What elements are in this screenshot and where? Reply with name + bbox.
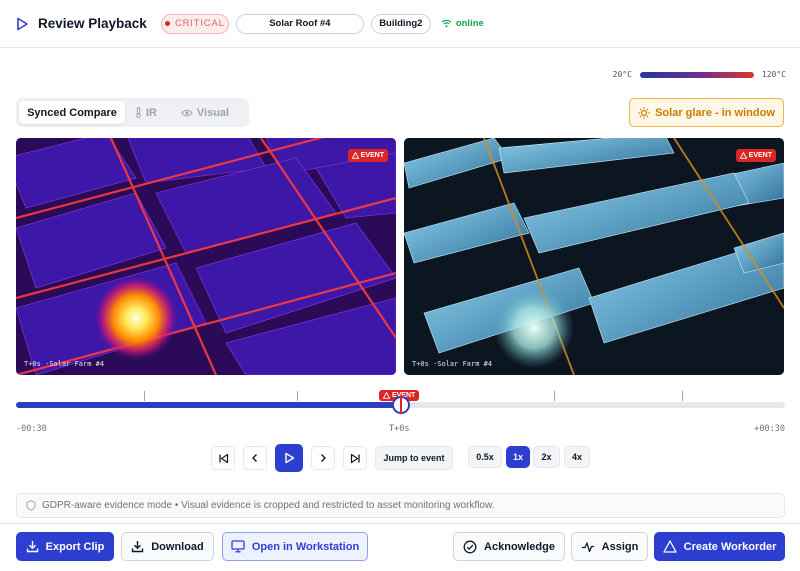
shield-icon [26,500,36,511]
activity-icon [581,541,594,552]
play-button[interactable] [275,444,303,472]
step-back-button[interactable] [243,446,267,470]
timeline-current-label: T+0s [389,424,410,434]
tab-visual[interactable]: Visual [167,101,243,124]
timeline-tick [297,391,298,401]
timeline-tick [554,391,555,401]
ir-thermal-image [16,138,396,375]
tab-ir-label: IR [146,106,157,119]
ir-caption: T+0s ·Solar Farm #4 [24,360,105,368]
export-clip-label: Export Clip [45,540,105,553]
legend-min: 20°C [612,70,632,79]
tab-synced-compare[interactable]: Synced Compare [19,101,125,124]
visual-camera-image [404,138,784,375]
speed-2x-button[interactable]: 2x [533,446,560,468]
tab-ir[interactable]: IR [125,101,167,124]
play-outline-icon [17,17,28,30]
assign-label: Assign [601,540,639,553]
assign-button[interactable]: Assign [571,532,648,561]
connection-status: online [441,18,484,29]
skip-to-start-button[interactable] [211,446,235,470]
chevron-right-icon [321,454,326,462]
acknowledge-label: Acknowledge [484,540,555,553]
top-bar: Review Playback CRITICAL Solar Roof #4 B… [0,0,800,48]
privacy-notice: GDPR-aware evidence mode • Visual eviden… [16,493,785,518]
check-circle-icon [463,540,477,553]
acknowledge-button[interactable]: Acknowledge [453,532,565,561]
alert-label: Solar glare - in window [655,106,775,119]
eye-icon [181,109,193,116]
timeline-end-label: +00:30 [754,424,785,434]
ir-video-feed[interactable]: EVENT T+0s ·Solar Farm #4 [16,138,396,375]
open-in-workstation-button[interactable]: Open in Workstation [222,532,368,561]
severity-badge: CRITICAL [160,13,229,34]
create-workorder-label: Create Workorder [683,540,777,553]
sun-icon [638,106,651,119]
speed-4x-button[interactable]: 4x [564,446,590,468]
timeline-scrubber-handle[interactable] [391,396,410,414]
timeline-start-label: -00:30 [16,424,47,434]
privacy-notice-text: GDPR-aware evidence mode • Visual eviden… [42,500,495,511]
tab-visual-label: Visual [196,106,230,119]
download-button[interactable]: Download [121,532,214,561]
warning-icon [739,152,747,159]
jump-to-event-button[interactable]: Jump to event [375,446,453,470]
legend-gradient [639,71,754,78]
warning-triangle-icon [662,540,677,553]
visual-event-label: EVENT [748,152,772,159]
monitor-icon [231,540,245,553]
step-forward-button[interactable] [311,446,335,470]
timeline-tick [144,391,145,401]
connection-label: online [455,18,484,29]
thermometer-icon [136,107,141,118]
solar-glare-alert[interactable]: Solar glare - in window [629,98,784,127]
speed-0.5x-button[interactable]: 0.5x [468,446,502,468]
visual-video-feed[interactable]: EVENT T+0s ·Solar Farm #4 [404,138,784,375]
asset-chip[interactable]: Solar Roof #4 [235,13,364,34]
building-chip[interactable]: Building2 [370,13,431,34]
warning-icon [351,152,359,159]
download-label: Download [151,540,204,553]
warning-icon [383,392,390,399]
download-icon [132,541,144,553]
wifi-icon [441,19,452,28]
download-icon [26,541,38,553]
speed-1x-button[interactable]: 1x [506,446,530,468]
timeline-progress [16,402,401,408]
ir-event-tag: EVENT [347,149,388,162]
skip-back-icon [218,453,228,463]
playback-controls: Jump to event 0.5x 1x 2x 4x [0,444,800,472]
status-dot-icon [164,21,170,26]
play-icon [285,452,295,464]
timeline-tick [682,391,683,401]
view-mode-toggle: Synced Compare IR Visual [16,98,249,127]
create-workorder-button[interactable]: Create Workorder [654,532,785,561]
legend-max: 120°C [761,70,786,79]
visual-caption: T+0s ·Solar Farm #4 [412,360,493,368]
temperature-legend: 20°C 120°C [613,70,786,79]
page-title: Review Playback [38,16,147,31]
visual-event-tag: EVENT [735,149,776,162]
action-bar: Export Clip Download Open in Workstation… [0,523,800,571]
severity-label: CRITICAL [174,18,225,29]
chevron-left-icon [252,454,257,462]
skip-to-end-button[interactable] [343,446,367,470]
playback-timeline[interactable]: EVENT -00:30 T+0s +00:30 [16,385,785,434]
export-clip-button[interactable]: Export Clip [16,532,114,561]
ir-event-label: EVENT [360,152,384,159]
open-in-workstation-label: Open in Workstation [251,540,360,553]
skip-forward-icon [350,453,360,463]
